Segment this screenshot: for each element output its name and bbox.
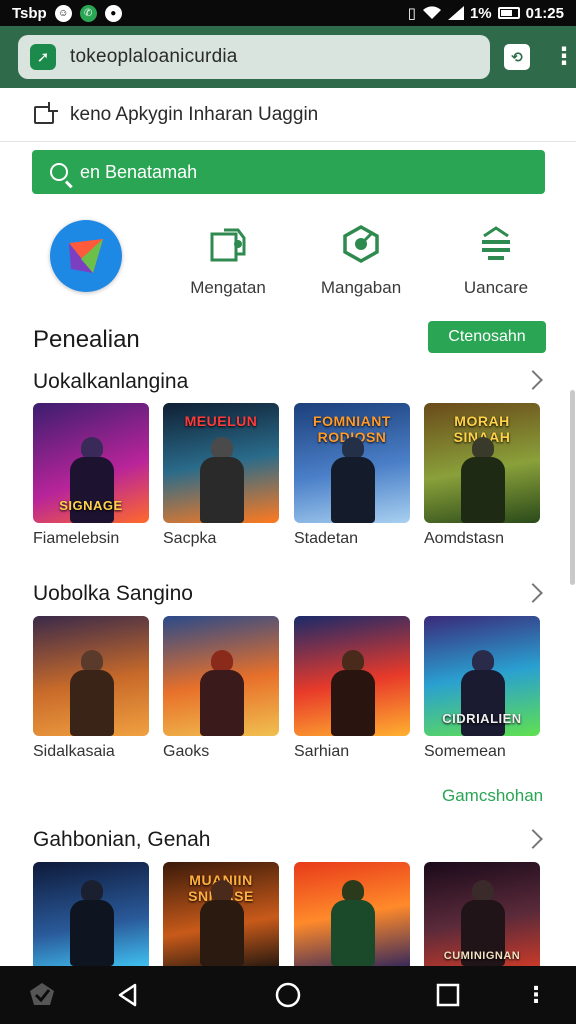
search-placeholder: en Benatamah (80, 161, 198, 182)
section-title: Penealian (33, 326, 140, 353)
search-icon (50, 163, 68, 181)
scrollbar[interactable] (570, 390, 575, 585)
row-title: Uokalkanlangina (33, 370, 189, 393)
share-icon (208, 224, 248, 264)
game-title: Aomdstasn (424, 530, 505, 547)
game-character-art (325, 880, 379, 966)
home-button[interactable] (272, 966, 304, 1024)
clock: 01:25 (525, 4, 564, 22)
whatsapp-icon: ✆ (79, 4, 97, 22)
game-title: Sacpka (163, 530, 217, 547)
game-title: Fiamelebsin (33, 530, 120, 547)
category-label: Mangaban (320, 278, 402, 297)
info-banner[interactable]: keno Apkygin Inharan Uaggin (0, 88, 576, 142)
info-text: keno Apkygin Inharan Uaggin (70, 103, 319, 125)
game-character-art (194, 650, 248, 736)
game-tile[interactable]: FOMNIANT RODIOSN (294, 403, 410, 523)
back-button[interactable] (112, 966, 144, 1024)
game-tile[interactable] (294, 862, 410, 966)
url-field[interactable]: ➚ tokeoplaloanicurdia (18, 35, 490, 79)
nfc-icon: ▯ (407, 5, 416, 22)
game-tile[interactable] (163, 616, 279, 736)
game-character-art (64, 650, 118, 736)
battery-icon (497, 7, 520, 19)
game-tile[interactable]: CUMINIGNAN (424, 862, 540, 966)
game-title: Stadetan (294, 530, 359, 547)
game-character-art (325, 437, 379, 523)
recents-button[interactable] (432, 966, 464, 1024)
game-title: Sidalkasaia (33, 743, 115, 760)
battery-percent: 1% (469, 4, 492, 22)
search-input[interactable]: en Benatamah (32, 150, 545, 194)
game-tile[interactable]: MORAH SINAAH (424, 403, 540, 523)
row-title: Gahbonian, Genah (33, 828, 211, 851)
game-character-art (64, 880, 118, 966)
game-tile[interactable]: MUANIIN SNIAASE (163, 862, 279, 966)
signal-icon (447, 6, 464, 20)
game-tile[interactable]: SIGNAGE (33, 403, 149, 523)
category-label: Mengatan (190, 278, 266, 297)
carrier-label: Tsbp (12, 4, 47, 22)
game-tile[interactable]: CIDRIALIEN (424, 616, 540, 736)
see-more-link[interactable]: Gamcshohan (442, 786, 543, 806)
game-title: Gaoks (163, 743, 210, 760)
category-mangaban[interactable]: Mangaban (301, 212, 421, 298)
game-title: Sarhian (294, 743, 350, 760)
section-action-button[interactable]: Ctenosahn (428, 321, 546, 353)
game-character-art (455, 437, 509, 523)
status-bar: Tsbp ☺ ✆ ● ▯ 1% 01:25 (0, 0, 576, 26)
notification-pin-icon: ● (104, 4, 122, 22)
browser-menu-icon[interactable]: ⋮ (552, 45, 576, 69)
game-character-art (325, 650, 379, 736)
settings-hex-icon (341, 224, 381, 264)
game-character-art (194, 437, 248, 523)
tile-caption: CIDRIALIEN (442, 711, 522, 726)
chevron-right-icon[interactable] (523, 583, 543, 603)
game-tile[interactable]: MEUELUN (163, 403, 279, 523)
chevron-right-icon[interactable] (523, 829, 543, 849)
notification-face-icon: ☺ (54, 4, 72, 22)
game-character-art (194, 880, 248, 966)
category-mengatan[interactable]: Mengatan (168, 212, 288, 298)
game-tile[interactable] (33, 862, 149, 966)
more-options-icon[interactable]: ⋮ (525, 966, 547, 1024)
browser-toolbar: ➚ tokeoplaloanicurdia ⟲ ⋮ (0, 26, 576, 88)
tile-caption: MEUELUN (184, 413, 258, 429)
game-title: Somemean (424, 743, 506, 760)
assistant-icon[interactable] (26, 966, 58, 1024)
category-label: Uancare (463, 278, 529, 297)
wifi-icon (422, 6, 441, 20)
chevron-right-icon[interactable] (523, 370, 543, 390)
tile-caption: SIGNAGE (59, 498, 123, 513)
tile-caption: CUMINIGNAN (443, 950, 521, 962)
external-link-icon (34, 105, 54, 124)
url-text: tokeoplaloanicurdia (70, 46, 238, 67)
site-logo-icon: ➚ (30, 44, 56, 70)
equalizer-icon (476, 224, 516, 264)
tab-switcher-button[interactable]: ⟲ (504, 44, 530, 70)
system-nav-bar: ⋮ (0, 966, 576, 1024)
game-tile[interactable] (33, 616, 149, 736)
game-tile[interactable] (294, 616, 410, 736)
category-uancare[interactable]: Uancare (436, 212, 556, 298)
row-title: Uobolka Sangino (33, 582, 193, 605)
